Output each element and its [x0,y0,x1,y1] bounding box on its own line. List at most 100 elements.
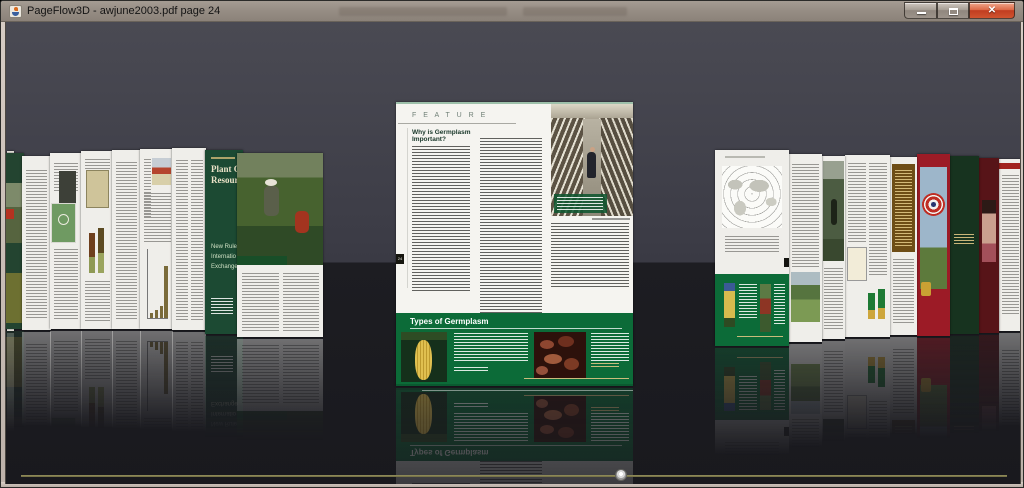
feature-kicker: F E A T U R E [412,112,488,119]
coverflow-page-right-2[interactable] [789,154,822,342]
coverflow-page-left-5[interactable] [81,151,113,329]
page-quote-box [59,171,76,204]
page-text-column [242,273,279,331]
window-titlebar[interactable]: PageFlow3D - awjune2003.pdf page 24 [1,1,1024,22]
map-caption-text [725,236,779,252]
maximize-icon [949,8,958,15]
coverflow-page-right-9[interactable] [999,159,1021,331]
page-text-block [85,281,110,321]
article-column-1 [412,146,470,292]
cover-byline-text [211,298,233,314]
maximize-button[interactable] [937,2,969,19]
coverflow-page-left-4[interactable] [112,150,141,329]
sidebar-text-block-2 [454,367,488,373]
seed-blob [536,366,548,375]
photo-person-head [590,147,595,152]
page-text-column [283,273,319,331]
page-text-block [792,164,819,268]
kicker-rule [398,123,516,124]
seed-blob [544,354,562,364]
coverflow-page-left-3[interactable] [140,149,173,329]
coverflow-page-left-6[interactable] [50,153,82,329]
page-stacked-bar-chart [88,227,106,273]
page-info-box [847,247,867,281]
sidebar-text-block-3 [591,333,629,361]
field-photo [237,153,323,265]
coverflow-stage: Plant G Resour New Rule Internatio Excha… [5,22,1021,484]
corn-cob [415,340,432,380]
page-logo-image [51,203,76,243]
slider-thumb[interactable] [615,469,627,481]
photo-caption-text [557,197,603,210]
bar [150,313,153,318]
minimize-button[interactable] [904,2,937,19]
coverflow-page-left-1[interactable] [237,153,323,337]
page-text-column [869,163,887,275]
page-sidebar-box [86,170,109,208]
coverflow-page-right-4[interactable] [845,155,890,337]
titlebar-ghost-text [523,7,627,16]
bar-segment [878,308,885,319]
cover-kicker-rule [211,157,235,159]
page-text-column [848,163,866,243]
page-text-block [893,259,914,325]
sidebar-text-block-1 [454,333,528,363]
seed-blob [558,336,574,347]
page-text-block [144,193,171,243]
bar-segment [98,253,104,273]
app-icon-steam [14,7,18,11]
page-photo-accent [5,209,14,219]
java-app-icon [9,5,22,18]
photo-credit-line [592,218,630,220]
page-text-block [1002,175,1019,315]
page-margin-rule [407,128,408,288]
logo-ring-icon [58,214,69,225]
page-bottom-band [396,384,633,386]
coverflow-page-left-2[interactable] [172,148,206,330]
child-photo [982,200,996,262]
coverflow-page-right-8[interactable] [979,158,999,333]
window-title: PageFlow3D - awjune2003.pdf page 24 [27,5,220,17]
field-person-photo [823,161,844,261]
page-slider-track[interactable] [21,475,1007,477]
page-kicker-rule [725,156,765,158]
hat-figure [265,179,277,186]
page-text-block [54,249,78,319]
cover-title-line: Resour [211,175,239,185]
article-column-2 [480,138,542,330]
close-button[interactable]: ✕ [969,2,1015,19]
coverflow-page-right-1[interactable] [715,150,789,346]
seed-blob [540,340,554,349]
page-text-block [824,268,843,330]
coverflow-page-left-7[interactable] [22,156,51,330]
photo-caption-band [237,256,287,265]
minimize-icon [917,12,926,14]
germplasm-box-continued [715,274,789,346]
page-text-column [176,160,188,320]
sidebar-title-rule [410,328,622,329]
page-text-block [26,170,47,320]
page-bar-chart [147,249,168,319]
landscape-photo [791,272,820,322]
photo-strip-corn [724,283,735,327]
person-figure [831,199,837,225]
coverflow-cover-green-gold[interactable] [950,156,979,334]
page-text-column [191,160,203,320]
page-text-block [85,159,110,169]
sidebar-box-title: Types of Germplasm [410,317,489,326]
bar [164,266,168,318]
germplasm-sidebar-box: Types of Germplasm [396,313,633,384]
coverflow-page-right-5[interactable] [890,157,917,335]
current-page[interactable]: F E A T U R E Why is Germplasm Important… [396,102,633,386]
page-photo [152,158,171,185]
seed-pods-photo [534,332,586,378]
box-footer-text [737,336,783,339]
cover-subtitle-line: Internatio [211,254,236,260]
coverflow-cover-archery-target[interactable] [917,154,950,336]
archery-target-icon [922,193,945,216]
footer-rule [422,390,633,391]
app-icon-cup [12,12,19,16]
box-text-block [774,284,785,324]
coverflow-page-right-3[interactable] [822,156,845,339]
person-figure-red [295,211,309,233]
